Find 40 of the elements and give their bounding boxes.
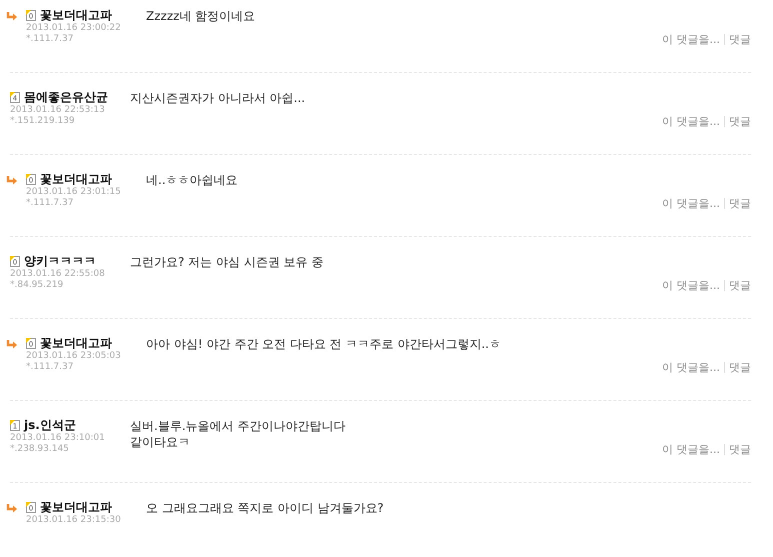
comment-date: 2013.01.16 23:15:30 [26,515,122,526]
comment-text: 네..ㅎㅎ아쉽네요 [146,172,239,188]
ip-address: *.111.7.37 [26,34,74,45]
comment-text: 그런가요? 저는 야심 시즌권 보유 중 [130,254,324,270]
reply-link[interactable]: 댓글 [729,32,751,47]
comment-text: 지산시즌권자가 아니라서 아쉽... [130,90,306,106]
reply-link[interactable]: 댓글 [729,360,751,375]
comment-text: 실버.블루.뉴올에서 주간이나야간탑니다 [130,418,346,434]
reply-link[interactable]: 댓글 [729,442,751,457]
comment-menu-link[interactable]: 이 댓글을... [662,360,720,375]
comment-date: 2013.01.16 23:05:03 [26,351,122,362]
comment-date: 2013.01.16 23:10:01 [10,433,106,444]
ip-address: *.151.219.139 [10,116,76,127]
comment-text: 아아 야심! 야간 주간 오전 다타요 전 ㅋㅋ주로 야간타서그렇지..ㅎ [146,336,502,352]
ip-address: *.238.93.145 [10,444,70,455]
comment-date: 2013.01.16 22:53:13 [10,105,106,116]
comment-menu-link[interactable]: 이 댓글을... [662,278,720,293]
comment-date: 2013.01.16 23:00:22 [26,23,122,34]
author-name[interactable]: 꽃보더대고파 [40,336,112,350]
comment-menu-link[interactable]: 이 댓글을... [662,442,720,457]
author-name[interactable]: 꽃보더대고파 [40,500,112,514]
comment-text: 오 그래요그래요 쪽지로 아이디 남겨둘가요? [146,500,385,516]
author-name[interactable]: 몸에좋은유산균 [24,90,108,104]
ip-address: *.111.7.37 [26,362,74,373]
comment-date: 2013.01.16 22:55:08 [10,269,106,280]
reply-link[interactable]: 댓글 [729,278,751,293]
comment-menu-link[interactable]: 이 댓글을... [662,32,720,47]
comment-menu-link[interactable]: 이 댓글을... [662,196,720,211]
comment-text: 같이타요ㅋ [130,434,191,450]
ip-address: *.84.95.219 [10,280,64,291]
ip-address: *.111.7.37 [26,198,74,209]
author-name[interactable]: 꽃보더대고파 [40,172,112,186]
comment-text: Zzzzz네 함정이네요 [146,8,256,24]
reply-link[interactable]: 댓글 [729,114,751,129]
author-name[interactable]: 꽃보더대고파 [40,8,112,22]
reply-link[interactable]: 댓글 [729,196,751,211]
comment-menu-link[interactable]: 이 댓글을... [662,114,720,129]
comment-date: 2013.01.16 23:01:15 [26,187,122,198]
author-name[interactable]: 양키ㅋㅋㅋㅋ [24,254,96,268]
author-name[interactable]: js.인석군 [24,418,76,432]
